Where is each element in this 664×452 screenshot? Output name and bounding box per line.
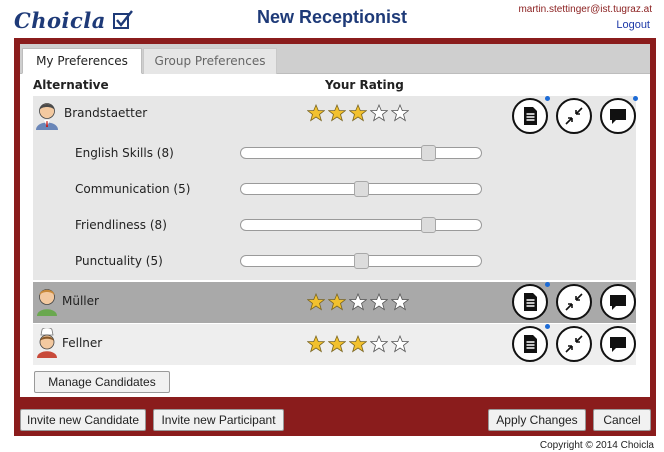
star-icon[interactable] [349,335,367,353]
candidate-row-mueller[interactable]: Müller [33,282,636,323]
star-icon[interactable] [370,104,388,122]
star-icon[interactable] [370,293,388,311]
notification-dot [545,96,550,101]
cancel-button[interactable]: Cancel [593,409,651,431]
criterion-slider[interactable] [240,217,482,233]
document-icon [524,335,537,353]
criterion-label: Punctuality (5) [75,254,163,268]
comment-icon [610,295,626,310]
star-icon[interactable] [370,335,388,353]
document-icon [524,293,537,311]
user-email: martin.stettinger@ist.tugraz.at [518,4,652,15]
slider-thumb[interactable] [421,145,436,161]
compress-icon [565,107,583,125]
star-rating[interactable] [307,335,409,353]
candidate-name: Fellner [62,336,103,350]
manage-candidates-button[interactable]: Manage Candidates [34,371,170,393]
star-icon[interactable] [328,104,346,122]
comments-button[interactable] [600,98,636,134]
compress-icon [565,335,583,353]
star-icon[interactable] [349,104,367,122]
logout-link[interactable]: Logout [616,19,650,31]
star-icon[interactable] [307,335,325,353]
copyright-text: Copyright © 2014 Choicla [539,440,654,451]
preferences-panel: My Preferences Group Preferences Alterna… [20,44,650,397]
person-icon [37,328,57,358]
document-icon [524,107,537,125]
star-icon[interactable] [307,104,325,122]
candidate-name: Müller [62,294,99,308]
details-button[interactable] [512,98,548,134]
notification-dot [633,96,638,101]
alternative-column-header: Alternative [33,78,109,92]
notification-dot [545,282,550,287]
details-button[interactable] [512,284,548,320]
compare-button[interactable] [556,326,592,362]
page-title: New Receptionist [256,7,408,27]
invite-candidate-button[interactable]: Invite new Candidate [20,409,146,431]
apply-changes-button[interactable]: Apply Changes [488,409,586,431]
comments-button[interactable] [600,284,636,320]
compare-button[interactable] [556,284,592,320]
criterion-label: Friendliness (8) [75,218,167,232]
criterion-slider[interactable] [240,181,482,197]
star-icon[interactable] [349,293,367,311]
star-icon[interactable] [328,293,346,311]
notification-dot [545,324,550,329]
rating-column-header: Your Rating [325,78,404,92]
star-icon[interactable] [391,293,409,311]
comment-icon [610,337,626,352]
star-rating[interactable] [307,104,409,122]
star-icon[interactable] [328,335,346,353]
invite-participant-button[interactable]: Invite new Participant [153,409,284,431]
person-icon [36,103,58,130]
criterion-slider[interactable] [240,253,482,269]
slider-thumb[interactable] [354,253,369,269]
tab-my-preferences[interactable]: My Preferences [22,48,142,74]
star-icon[interactable] [391,104,409,122]
criterion-label: Communication (5) [75,182,191,196]
slider-thumb[interactable] [354,181,369,197]
candidate-row-brandstaetter[interactable]: Brandstaetter English Skills (8) Communi… [33,96,638,280]
criterion-slider[interactable] [240,145,482,161]
criterion-label: English Skills (8) [75,146,174,160]
logo-text: Choicla [14,7,106,33]
candidate-name: Brandstaetter [64,106,148,120]
compare-button[interactable] [556,98,592,134]
star-rating[interactable] [307,293,409,311]
comments-button[interactable] [600,326,636,362]
compress-icon [565,293,583,311]
person-icon [37,289,57,316]
checkbox-icon [112,10,133,29]
comment-icon [610,109,626,124]
slider-thumb[interactable] [421,217,436,233]
app-logo: Choicla [14,6,134,34]
details-button[interactable] [512,326,548,362]
star-icon[interactable] [307,293,325,311]
tab-bar: My Preferences Group Preferences [20,44,650,74]
star-icon[interactable] [391,335,409,353]
candidate-row-fellner[interactable]: Fellner [33,324,636,365]
tab-group-preferences[interactable]: Group Preferences [143,48,277,74]
